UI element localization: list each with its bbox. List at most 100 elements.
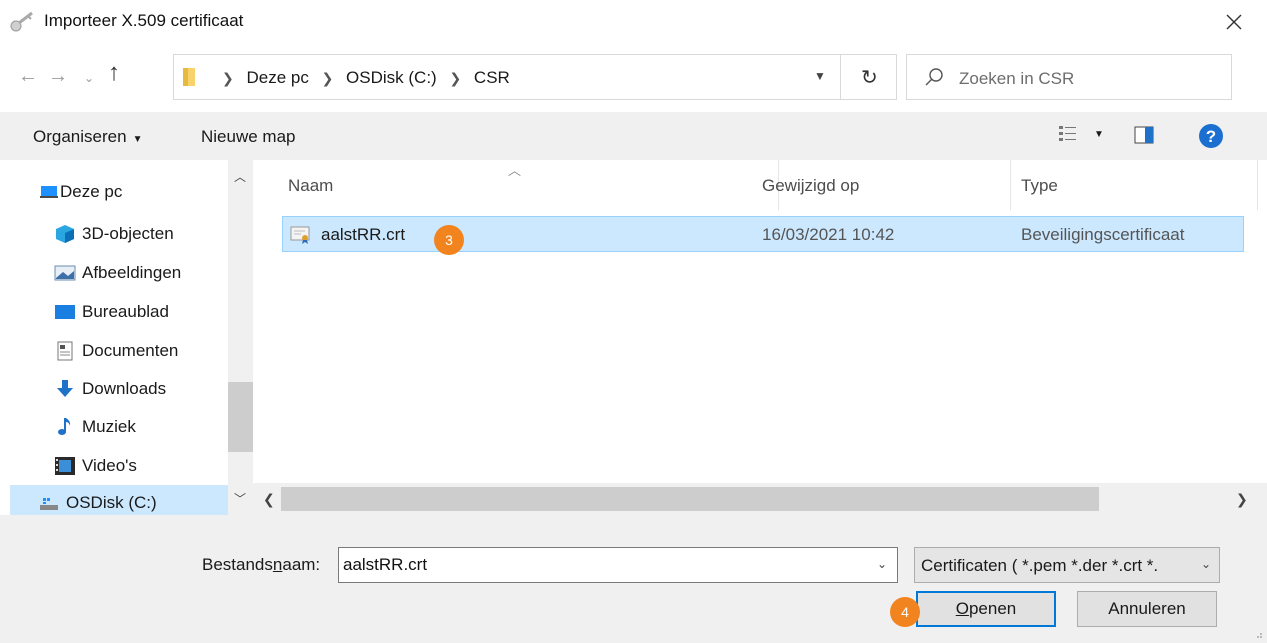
chevron-right-icon[interactable]: ❯ [322, 70, 334, 87]
file-open-dialog: Importeer X.509 certificaat ← → ⌄ ↑ ❯ De… [0, 0, 1267, 643]
sidebar-item-desktop[interactable]: Bureaublad [54, 294, 244, 330]
desktop-icon [55, 305, 75, 319]
preview-pane-icon[interactable] [1134, 126, 1154, 144]
filename-label-part: aam: [282, 555, 321, 574]
caret-down-icon: ▼ [132, 134, 143, 145]
filename-label-accesskey: n [272, 555, 283, 574]
sidebar-item-this-pc[interactable]: Deze pc [38, 174, 228, 210]
certificate-icon [290, 226, 310, 244]
sidebar-item-label: OSDisk (C:) [66, 493, 157, 512]
filename-combobox[interactable]: ⌄ [338, 547, 898, 583]
cube-icon [56, 225, 74, 243]
help-icon[interactable]: ? [1198, 123, 1224, 149]
horizontal-scroll-thumb[interactable] [281, 487, 1099, 511]
scroll-right-icon[interactable]: ❯ [1236, 491, 1248, 508]
breadcrumb-item-this-pc[interactable]: Deze pc [246, 68, 308, 87]
drive-icon [40, 498, 58, 510]
sidebar-item-label: Bureaublad [82, 302, 169, 321]
command-bar: Organiseren ▼ Nieuwe map ▼ ? [0, 112, 1267, 160]
cancel-button[interactable]: Annuleren [1077, 591, 1217, 627]
refresh-button[interactable]: ↻ [841, 54, 897, 100]
close-icon[interactable] [1221, 9, 1247, 35]
address-dropdown-chevron-icon[interactable]: ▼ [814, 69, 826, 83]
view-dropdown-icon[interactable]: ▼ [1094, 129, 1104, 140]
sidebar-item-pictures[interactable]: Afbeeldingen [54, 255, 244, 291]
sidebar-item-3d-objects[interactable]: 3D-objecten [54, 216, 244, 252]
navigation-bar: ← → ⌄ ↑ ❯ Deze pc ❯ OSDisk (C:) ❯ CSR ▼ … [0, 50, 1267, 106]
open-accesskey: O [955, 599, 969, 618]
column-divider[interactable] [1010, 160, 1011, 210]
window-title: Importeer X.509 certificaat [44, 11, 244, 30]
chevron-right-icon[interactable]: ❯ [449, 70, 461, 87]
up-arrow-icon[interactable]: ↑ [108, 61, 120, 85]
column-divider[interactable] [1257, 160, 1258, 210]
details-view-icon[interactable] [1058, 124, 1078, 144]
file-modified: 16/03/2021 10:42 [762, 225, 895, 244]
music-icon [58, 418, 71, 435]
open-label: penen [968, 599, 1017, 618]
chevron-right-icon: ❯ [222, 70, 234, 86]
column-header-name[interactable]: Naam [288, 176, 333, 196]
scroll-left-icon[interactable]: ❮ [263, 491, 275, 508]
svg-text:?: ? [1206, 127, 1216, 146]
sidebar-item-label: Documenten [82, 341, 179, 360]
recent-locations-chevron-icon[interactable]: ⌄ [84, 68, 94, 88]
organize-label: Organiseren [33, 127, 127, 146]
sidebar-item-label: Muziek [82, 417, 136, 436]
filename-label-part: Bestands [202, 555, 273, 574]
computer-icon [40, 186, 58, 198]
file-type-filter[interactable]: Certificaten ( *.pem *.der *.crt *. ⌄ [914, 547, 1220, 583]
chevron-down-icon[interactable]: ⌄ [877, 557, 887, 571]
column-header-type[interactable]: Type [1021, 176, 1058, 196]
horizontal-scrollbar[interactable]: ❮ ❯ [253, 483, 1267, 515]
file-list: ︿ Naam Gewijzigd op Type aalstRR.crt 16/… [253, 160, 1267, 515]
column-header-modified[interactable]: Gewijzigd op [762, 176, 859, 196]
address-bar[interactable]: ❯ Deze pc ❯ OSDisk (C:) ❯ CSR ▼ [173, 54, 841, 100]
chevron-down-icon[interactable]: ⌄ [1201, 557, 1211, 571]
title-bar: Importeer X.509 certificaat [0, 0, 1267, 44]
download-icon [57, 380, 73, 397]
organize-button[interactable]: Organiseren ▼ [33, 127, 142, 147]
resize-grip-icon[interactable] [1253, 629, 1263, 639]
sidebar-item-label: Deze pc [60, 182, 123, 201]
open-button[interactable]: Openen [916, 591, 1056, 627]
step-badge-4: 4 [890, 597, 920, 627]
sidebar-scrollbar[interactable]: ︿ ﹀ [228, 160, 253, 515]
sidebar-item-downloads[interactable]: Downloads [54, 371, 244, 407]
file-type: Beveiligingscertificaat [1021, 225, 1185, 244]
breadcrumb: ❯ Deze pc ❯ OSDisk (C:) ❯ CSR [214, 68, 510, 88]
search-box[interactable]: Zoeken in CSR [906, 54, 1232, 100]
forward-arrow-icon[interactable]: → [48, 66, 68, 86]
pictures-icon [54, 265, 76, 281]
table-row[interactable]: aalstRR.crt 16/03/2021 10:42 Beveiliging… [282, 216, 1244, 252]
file-name: aalstRR.crt [321, 225, 406, 244]
file-type-filter-value: Certificaten ( *.pem *.der *.crt *. [921, 556, 1159, 575]
certificate-key-icon [10, 11, 33, 32]
folder-icon [183, 68, 195, 86]
sidebar-item-documents[interactable]: Documenten [54, 333, 244, 369]
navigation-pane: Deze pc 3D-objecten Afbeeldingen Bureaub… [0, 160, 253, 521]
breadcrumb-item-osdisk[interactable]: OSDisk (C:) [346, 68, 437, 87]
step-badge-3: 3 [434, 225, 464, 255]
sidebar-item-videos[interactable]: Video's [54, 448, 244, 484]
new-folder-button[interactable]: Nieuwe map [201, 127, 296, 147]
scroll-up-icon[interactable]: ︿ [234, 168, 246, 185]
sidebar-item-label: 3D-objecten [82, 224, 174, 243]
refresh-icon: ↻ [861, 67, 878, 89]
sidebar-item-label: Video's [82, 456, 137, 475]
sidebar-scroll-thumb[interactable] [228, 382, 253, 452]
sidebar-item-label: Downloads [82, 379, 167, 398]
dialog-footer: Bestandsnaam: ⌄ Certificaten ( *.pem *.d… [0, 515, 1267, 643]
documents-icon [57, 341, 73, 361]
search-input[interactable]: Zoeken in CSR [959, 69, 1074, 89]
breadcrumb-item-csr[interactable]: CSR [474, 68, 510, 87]
filename-field[interactable] [343, 553, 863, 577]
sort-ascending-icon: ︿ [508, 163, 522, 178]
search-icon [925, 68, 943, 86]
back-arrow-icon[interactable]: ← [18, 66, 38, 86]
sidebar-item-music[interactable]: Muziek [54, 409, 244, 445]
scroll-down-icon[interactable]: ﹀ [234, 490, 246, 507]
sidebar-item-label: Afbeeldingen [82, 263, 182, 282]
video-icon [55, 457, 75, 475]
filename-label: Bestandsnaam: [202, 555, 320, 575]
